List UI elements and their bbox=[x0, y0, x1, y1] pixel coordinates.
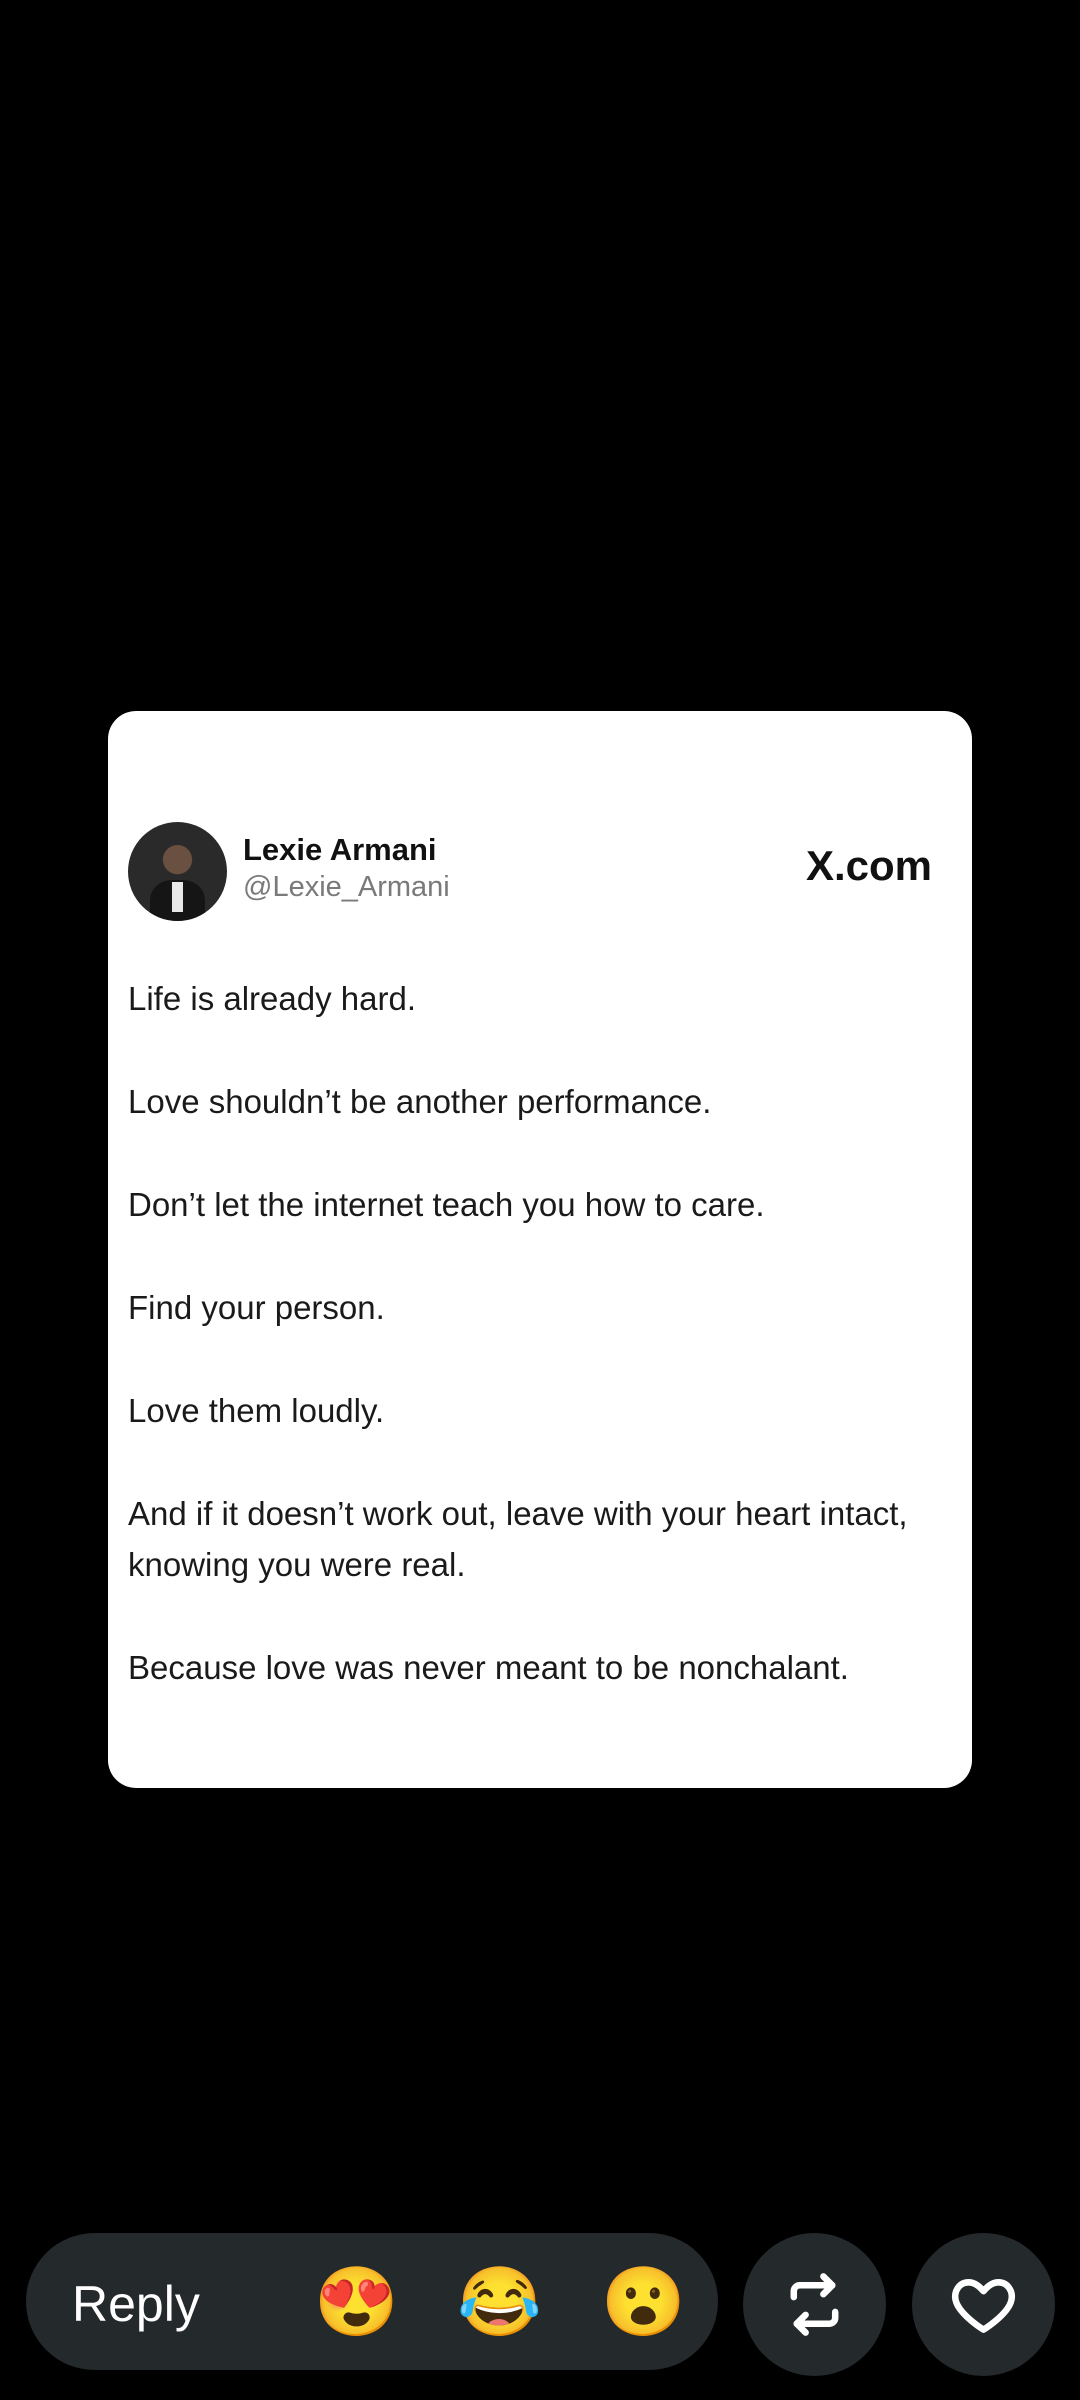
author-handle: @Lexie_Armani bbox=[243, 871, 450, 903]
post-card[interactable]: Lexie Armani @Lexie_Armani X.com Life is… bbox=[108, 711, 972, 1788]
post-line: Life is already hard. bbox=[128, 980, 416, 1017]
like-button[interactable] bbox=[912, 2233, 1055, 2376]
laughing-emoji-button[interactable]: 😂 bbox=[457, 2264, 542, 2340]
post-line: And if it doesn’t work out, leave with y… bbox=[128, 1495, 908, 1583]
post-line: Love shouldn’t be another performance. bbox=[128, 1083, 712, 1120]
repost-icon bbox=[790, 2273, 839, 2336]
reply-button[interactable]: Reply bbox=[72, 2275, 200, 2333]
post-line: Don’t let the internet teach you how to … bbox=[128, 1186, 765, 1223]
surprised-emoji-button[interactable]: 😮 bbox=[601, 2264, 686, 2340]
heart-icon bbox=[952, 2279, 1015, 2333]
avatar-shirt bbox=[172, 882, 183, 912]
source-label: X.com bbox=[805, 842, 932, 889]
post-line: Because love was never meant to be nonch… bbox=[128, 1649, 849, 1686]
repost-button[interactable] bbox=[743, 2233, 886, 2376]
reply-bar[interactable]: Reply 😍 😂 😮 bbox=[26, 2233, 718, 2370]
author-name: Lexie Armani bbox=[243, 832, 437, 867]
post-body: Life is already hard. Love shouldn’t be … bbox=[128, 973, 958, 1745]
avatar[interactable] bbox=[128, 822, 227, 921]
post-line: Find your person. bbox=[128, 1289, 385, 1326]
heart-eyes-emoji-button[interactable]: 😍 bbox=[314, 2264, 399, 2340]
post-line: Love them loudly. bbox=[128, 1392, 385, 1429]
